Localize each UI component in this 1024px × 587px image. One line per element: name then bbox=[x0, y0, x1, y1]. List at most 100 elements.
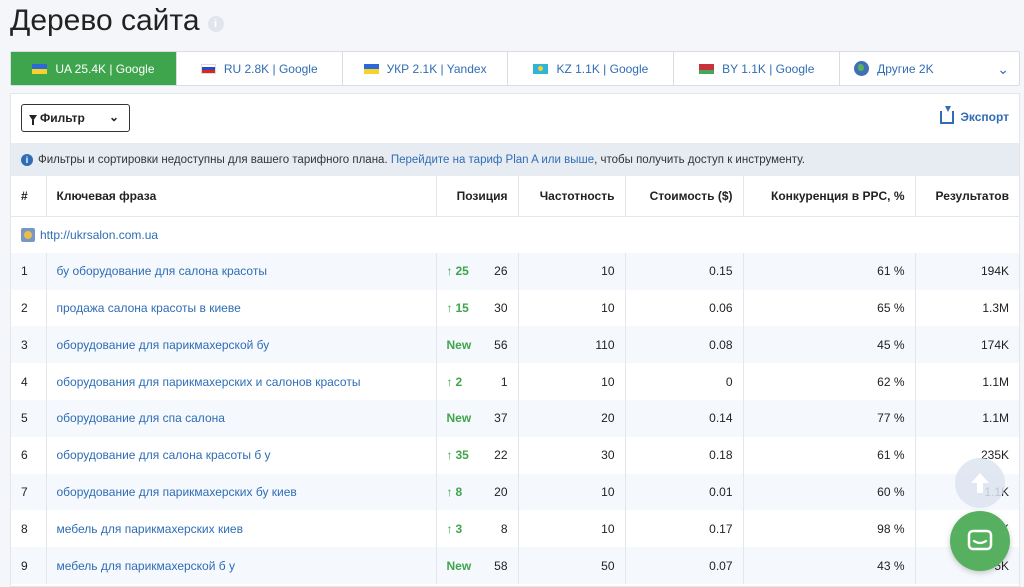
kz-flag-icon bbox=[533, 63, 549, 74]
keyword-link[interactable]: оборудование для парикмахерских бу киев bbox=[57, 485, 297, 499]
position-change: ↑ 35 bbox=[447, 448, 469, 462]
keyword-link[interactable]: мебель для парикмахерских киев bbox=[57, 522, 243, 536]
position-delta: 35 bbox=[455, 448, 469, 463]
cost-value: 0.18 bbox=[624, 436, 743, 474]
tab-label: BY 1.1K | Google bbox=[722, 61, 815, 76]
new-badge: New bbox=[446, 337, 472, 352]
chevron-down-icon[interactable]: ⌄ bbox=[997, 61, 1009, 78]
competition-value: 61 % bbox=[742, 436, 915, 474]
row-number: 8 bbox=[21, 521, 28, 536]
arrow-up-icon: ↑ bbox=[446, 374, 453, 389]
competition-value: 62 % bbox=[742, 363, 915, 400]
frequency-value: 10 bbox=[517, 289, 625, 327]
upgrade-plan-link[interactable]: Перейдите на тариф Plan A или выше bbox=[391, 154, 594, 166]
info-icon[interactable]: i bbox=[207, 16, 224, 32]
table-row: 3 оборудование для парикмахерской бу New… bbox=[11, 326, 1019, 364]
keyword-link[interactable]: продажа салона красоты в киеве bbox=[57, 301, 241, 315]
filter-icon bbox=[29, 115, 37, 125]
keyword-link[interactable]: оборудования для парикмахерских и салоно… bbox=[57, 375, 361, 389]
arrow-up-icon: ↑ bbox=[446, 264, 453, 279]
position-change: ↑ 25 bbox=[447, 264, 469, 278]
arrow-up-icon: ↑ bbox=[446, 448, 453, 463]
tab-by-google[interactable]: BY 1.1K | Google bbox=[674, 52, 841, 85]
table-row: 7 оборудование для парикмахерских бу кие… bbox=[11, 473, 1019, 511]
keyword-link[interactable]: оборудование для спа салона bbox=[57, 411, 225, 425]
position-value: 1 bbox=[500, 374, 508, 389]
position-value: 22 bbox=[494, 448, 508, 463]
competition-value: 45 % bbox=[742, 326, 915, 364]
export-label: Экспорт bbox=[960, 110, 1009, 124]
cost-value: 0.07 bbox=[624, 547, 743, 584]
row-number: 2 bbox=[21, 300, 28, 315]
tab-ukr-yandex[interactable]: УКР 2.1K | Yandex bbox=[343, 52, 509, 85]
position-value: 37 bbox=[494, 411, 508, 426]
position-value: 8 bbox=[500, 521, 508, 536]
table-row: 8 мебель для парикмахерских киев ↑ 3 8 10 … bbox=[11, 510, 1019, 548]
col-cost-header[interactable]: Стоимость ($) bbox=[624, 176, 743, 217]
ua-flag-icon bbox=[32, 63, 48, 74]
tab-label: UA 25.4K | Google bbox=[55, 61, 155, 76]
site-row: http://ukrsalon.com.ua bbox=[11, 216, 1019, 253]
tab-ru-google[interactable]: RU 2.8K | Google bbox=[177, 52, 343, 85]
row-number: 4 bbox=[21, 374, 28, 389]
cost-value: 0.06 bbox=[624, 289, 743, 327]
chat-button[interactable] bbox=[950, 511, 1010, 571]
competition-value: 60 % bbox=[742, 473, 915, 511]
row-number: 9 bbox=[11, 547, 46, 584]
frequency-value: 20 bbox=[517, 399, 625, 437]
competition-value: 43 % bbox=[742, 547, 915, 584]
position-delta: 25 bbox=[455, 264, 469, 279]
position-change: ↑ 8 bbox=[447, 485, 463, 499]
competition-value: 77 % bbox=[742, 399, 915, 437]
page-title: Дерево сайта i bbox=[10, 4, 224, 38]
cost-value: 0.01 bbox=[624, 473, 743, 511]
results-value: 1.1M bbox=[914, 399, 1019, 437]
export-button[interactable]: Экспорт bbox=[940, 105, 1009, 124]
results-value: 1.3M bbox=[914, 289, 1019, 327]
ua-flag-icon bbox=[363, 63, 379, 74]
tab-label: УКР 2.1K | Yandex bbox=[386, 61, 487, 76]
cost-value: 0 bbox=[624, 363, 743, 400]
filter-button[interactable]: Фильтр ⌄ bbox=[21, 104, 130, 132]
col-num-header[interactable]: # bbox=[11, 176, 46, 217]
cost-value: 0.15 bbox=[624, 252, 743, 290]
tab-label: RU 2.8K | Google bbox=[223, 61, 318, 76]
chevron-down-icon: ⌄ bbox=[108, 110, 119, 124]
row-number: 3 bbox=[11, 326, 46, 364]
keyword-link[interactable]: оборудование для парикмахерской бу bbox=[57, 338, 270, 352]
ru-flag-icon bbox=[200, 63, 216, 74]
info-icon: i bbox=[21, 153, 33, 166]
position-value: 20 bbox=[494, 484, 508, 499]
site-url-link[interactable]: http://ukrsalon.com.ua bbox=[40, 228, 158, 242]
frequency-value: 30 bbox=[517, 436, 625, 474]
col-results-header[interactable]: Результатов bbox=[914, 176, 1019, 217]
results-value: 1.1M bbox=[914, 363, 1019, 400]
arrow-up-icon: ↑ bbox=[446, 521, 453, 536]
by-flag-icon bbox=[699, 63, 715, 74]
frequency-value: 10 bbox=[517, 510, 625, 548]
tab-ua-google[interactable]: UA 25.4K | Google bbox=[11, 52, 177, 85]
col-frequency-header[interactable]: Частотность bbox=[517, 176, 625, 217]
keyword-link[interactable]: мебель для парикмахерской б у bbox=[57, 559, 235, 573]
tab-other[interactable]: Другие 2K ⌄ bbox=[840, 52, 1019, 85]
notice-text: Фильтры и сортировки недоступны для ваше… bbox=[38, 153, 391, 166]
tab-kz-google[interactable]: KZ 1.1K | Google bbox=[508, 52, 675, 85]
keyword-link[interactable]: бу оборудование для салона красоты bbox=[57, 264, 267, 278]
scroll-to-top-button[interactable] bbox=[955, 458, 1005, 508]
results-value: 174K bbox=[914, 326, 1019, 364]
keyword-link[interactable]: оборудование для салона красоты б у bbox=[57, 448, 271, 462]
position-change: ↑ 3 bbox=[447, 522, 463, 536]
position-change: ↑ 15 bbox=[447, 301, 469, 315]
plan-notice: i Фильтры и сортировки недоступны для ва… bbox=[11, 143, 1019, 176]
arrow-up-icon: ↑ bbox=[446, 484, 453, 499]
col-position-header[interactable]: Позиция bbox=[435, 176, 518, 217]
new-badge: New bbox=[446, 411, 472, 426]
table-row: 6 оборудование для салона красоты б у ↑ 3… bbox=[11, 436, 1019, 474]
cost-value: 0.17 bbox=[624, 510, 743, 548]
cost-value: 0.08 bbox=[624, 326, 743, 364]
row-number: 1 bbox=[11, 252, 46, 290]
frequency-value: 10 bbox=[517, 473, 625, 511]
col-keyword-header[interactable]: Ключевая фраза bbox=[45, 176, 436, 217]
frequency-value: 10 bbox=[517, 252, 625, 290]
col-competition-header[interactable]: Конкуренция в PPC, % bbox=[742, 176, 915, 217]
